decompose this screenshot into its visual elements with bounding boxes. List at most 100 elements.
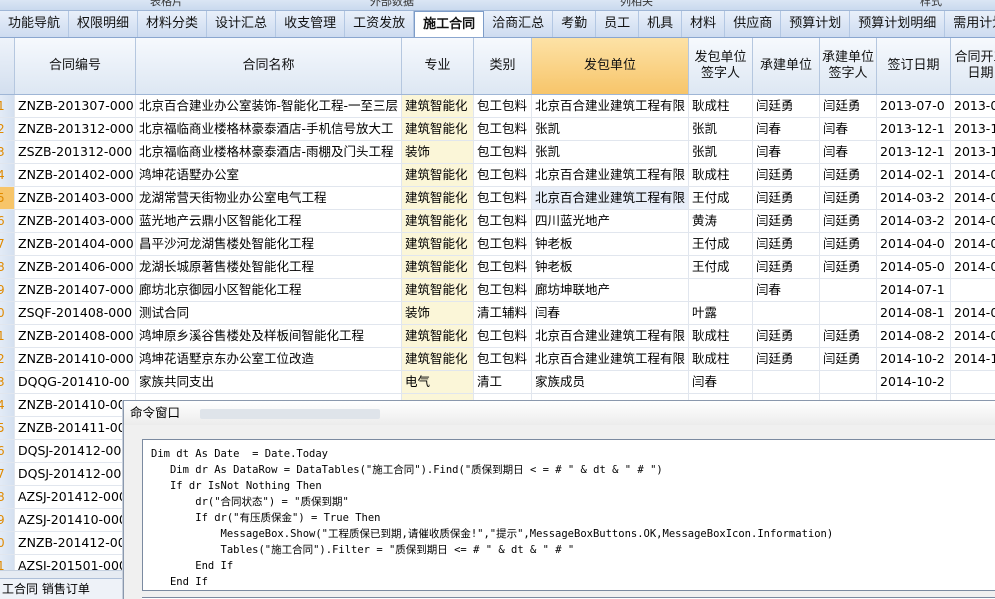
cell-sign-date[interactable]: 2014-08-2: [877, 325, 951, 347]
table-row[interactable]: 2ZNZB-201312-000北京福临商业楼格林豪泰酒店-手机信号放大工建筑智…: [0, 118, 995, 141]
cell-start-date[interactable]: 2013-12: [951, 141, 995, 163]
cell-contract-code[interactable]: ZNZB-201408-000: [15, 325, 136, 347]
cell-category[interactable]: 包工包料: [474, 233, 532, 255]
cell-category[interactable]: 包工包料: [474, 348, 532, 370]
row-number[interactable]: 3: [0, 371, 15, 393]
cell-contract-code[interactable]: ZNZB-201403-000: [15, 187, 136, 209]
cell-contractor-signer[interactable]: 张凯: [689, 141, 753, 163]
cell-start-date[interactable]: 2013-12: [951, 118, 995, 140]
cell-contract-name[interactable]: 廊坊北京御园小区智能化工程: [136, 279, 402, 301]
row-number[interactable]: 4: [0, 164, 15, 186]
column-header[interactable]: 类别: [474, 38, 532, 94]
row-number[interactable]: 9: [0, 279, 15, 301]
cell-specialty[interactable]: 电气: [402, 371, 474, 393]
cell-contractor-signer[interactable]: 闫春: [689, 371, 753, 393]
cell-specialty[interactable]: 建筑智能化: [402, 256, 474, 278]
command-window[interactable]: 命令窗口 Dim dt As Date = Date.Today Dim dr …: [123, 400, 995, 599]
column-header[interactable]: 合同开工日期: [951, 38, 995, 94]
cell-contractor-signer[interactable]: 耿成柱: [689, 325, 753, 347]
table-row[interactable]: 7ZNZB-201404-000昌平沙河龙湖售楼处智能化工程建筑智能化包工包料钟…: [0, 233, 995, 256]
cell-contractor-signer[interactable]: 张凯: [689, 118, 753, 140]
cell-sign-date[interactable]: 2013-12-1: [877, 141, 951, 163]
cell-builder[interactable]: 闫廷勇: [753, 187, 820, 209]
cell-contract-name[interactable]: 鸿坤原乡溪谷售楼处及样板间智能化工程: [136, 325, 402, 347]
cell-sign-date[interactable]: 2014-10-2: [877, 371, 951, 393]
cell-builder[interactable]: 闫廷勇: [753, 348, 820, 370]
cell-contract-name[interactable]: 鸿坤花语墅京东办公室工位改造: [136, 348, 402, 370]
cell-builder[interactable]: [753, 371, 820, 393]
row-number[interactable]: 5: [0, 417, 15, 439]
tab-13[interactable]: 供应商: [725, 11, 782, 37]
row-number[interactable]: 4: [0, 394, 15, 416]
cell-start-date[interactable]: 2014-08: [951, 325, 995, 347]
table-row[interactable]: 2ZNZB-201410-000鸿坤花语墅京东办公室工位改造建筑智能化包工包料北…: [0, 348, 995, 371]
cell-start-date[interactable]: [951, 279, 995, 301]
cell-contractor-signer[interactable]: 耿成柱: [689, 95, 753, 117]
column-header[interactable]: 专业: [402, 38, 474, 94]
cell-contract-name[interactable]: 龙湖长城原著售楼处智能化工程: [136, 256, 402, 278]
cell-contract-code[interactable]: ZNZB-201406-000: [15, 256, 136, 278]
cell-sign-date[interactable]: 2014-04-0: [877, 233, 951, 255]
column-header[interactable]: 签订日期: [877, 38, 951, 94]
cell-contract-code[interactable]: DQSJ-201412-000: [15, 440, 136, 462]
table-row[interactable]: 1ZNZB-201408-000鸿坤原乡溪谷售楼处及样板间智能化工程建筑智能化包…: [0, 325, 995, 348]
cell-contract-name[interactable]: 测试合同: [136, 302, 402, 324]
cell-contractor-signer[interactable]: 黄涛: [689, 210, 753, 232]
cell-contract-code[interactable]: ZNZB-201407-000: [15, 279, 136, 301]
cell-builder-signer[interactable]: 闫廷勇: [820, 233, 877, 255]
cell-builder[interactable]: 闫春: [753, 118, 820, 140]
cell-builder-signer[interactable]: 闫廷勇: [820, 187, 877, 209]
table-row[interactable]: 6ZNZB-201403-000蓝光地产云鼎小区智能化工程建筑智能化包工包料四川…: [0, 210, 995, 233]
table-row[interactable]: 4ZNZB-201402-000鸿坤花语墅办公室建筑智能化包工包料北京百合建业建…: [0, 164, 995, 187]
cell-contract-name[interactable]: 鸿坤花语墅办公室: [136, 164, 402, 186]
column-header[interactable]: 承建单位: [753, 38, 820, 94]
cell-start-date[interactable]: 2014-02: [951, 164, 995, 186]
cell-contract-code[interactable]: ZNZB-201411-000: [15, 417, 136, 439]
row-number[interactable]: 1: [0, 95, 15, 117]
cell-contract-code[interactable]: AZSJ-201412-0001: [15, 486, 136, 508]
cell-category[interactable]: 包工包料: [474, 325, 532, 347]
code-editor[interactable]: Dim dt As Date = Date.Today Dim dr As Da…: [142, 439, 995, 591]
cell-builder-signer[interactable]: 闫廷勇: [820, 95, 877, 117]
cell-contract-name[interactable]: 蓝光地产云鼎小区智能化工程: [136, 210, 402, 232]
cell-contract-name[interactable]: 北京百合建业办公室装饰-智能化工程-一至三层: [136, 95, 402, 117]
row-number[interactable]: 2: [0, 348, 15, 370]
cell-start-date[interactable]: [951, 371, 995, 393]
cell-builder-signer[interactable]: 闫廷勇: [820, 256, 877, 278]
tab-11[interactable]: 机具: [639, 11, 683, 37]
cell-builder[interactable]: 闫春: [753, 141, 820, 163]
column-header[interactable]: 承建单位签字人: [820, 38, 877, 94]
cell-contractor[interactable]: 四川蓝光地产: [532, 210, 689, 232]
cell-contractor-signer[interactable]: 王付成: [689, 187, 753, 209]
cell-contractor-signer[interactable]: 耿成柱: [689, 348, 753, 370]
cell-builder[interactable]: 闫廷勇: [753, 325, 820, 347]
cell-builder-signer[interactable]: [820, 302, 877, 324]
tab-14[interactable]: 预算计划: [781, 11, 851, 37]
cell-category[interactable]: 包工包料: [474, 210, 532, 232]
cell-builder[interactable]: 闫春: [753, 279, 820, 301]
cell-contract-name[interactable]: 家族共同支出: [136, 371, 402, 393]
cell-builder-signer[interactable]: 闫廷勇: [820, 210, 877, 232]
tab-16[interactable]: 需用计划: [945, 11, 995, 37]
cell-specialty[interactable]: 建筑智能化: [402, 279, 474, 301]
cell-category[interactable]: 清工辅料: [474, 302, 532, 324]
cell-sign-date[interactable]: 2014-07-1: [877, 279, 951, 301]
cell-specialty[interactable]: 装饰: [402, 302, 474, 324]
cell-contractor[interactable]: 家族成员: [532, 371, 689, 393]
command-window-titlebar[interactable]: 命令窗口: [124, 401, 995, 425]
cell-contractor[interactable]: 北京百合建业建筑工程有限: [532, 95, 689, 117]
table-row[interactable]: 0ZSQF-201408-000测试合同装饰清工辅料闫春叶露 2014-08-12…: [0, 302, 995, 325]
cell-builder-signer[interactable]: 闫廷勇: [820, 325, 877, 347]
cell-contract-code[interactable]: AZSJ-201410-0001: [15, 509, 136, 531]
cell-start-date[interactable]: 2014-10: [951, 348, 995, 370]
cell-specialty[interactable]: 建筑智能化: [402, 348, 474, 370]
cell-builder[interactable]: [753, 302, 820, 324]
cell-specialty[interactable]: 建筑智能化: [402, 210, 474, 232]
column-header[interactable]: 合同编号: [15, 38, 136, 94]
tab-9[interactable]: 考勤: [553, 11, 597, 37]
cell-category[interactable]: 包工包料: [474, 95, 532, 117]
cell-category[interactable]: 包工包料: [474, 141, 532, 163]
table-row[interactable]: 8ZNZB-201406-000龙湖长城原著售楼处智能化工程建筑智能化包工包料钟…: [0, 256, 995, 279]
tab-10[interactable]: 员工: [596, 11, 640, 37]
cell-builder[interactable]: 闫廷勇: [753, 164, 820, 186]
